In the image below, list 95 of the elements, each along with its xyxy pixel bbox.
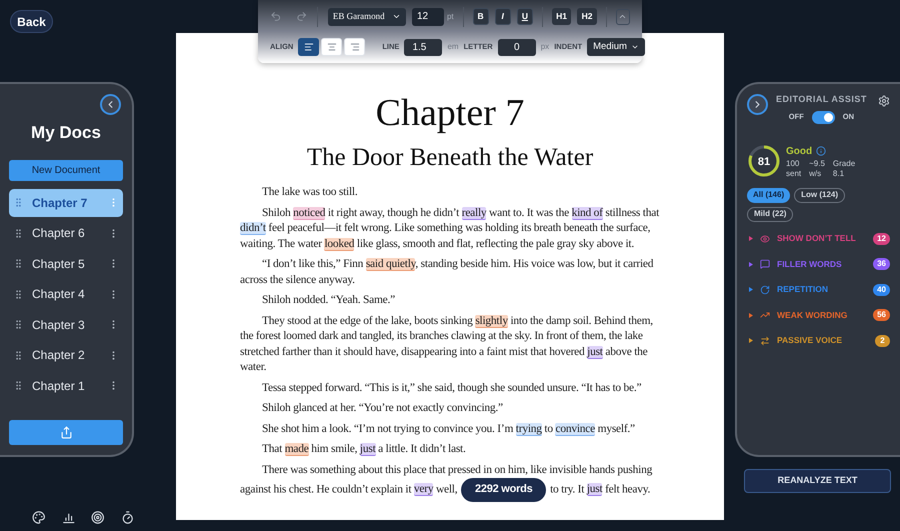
trend-icon: [760, 310, 770, 320]
indent-select[interactable]: Medium: [587, 38, 645, 56]
panel-title: EDITORIAL ASSIST: [776, 93, 867, 106]
collapse-toolbar-button[interactable]: [616, 8, 630, 24]
timer-icon[interactable]: [120, 510, 134, 525]
back-button[interactable]: Back: [10, 10, 53, 33]
document-item[interactable]: Chapter 6: [9, 219, 123, 248]
filter-chip[interactable]: Low (124): [794, 188, 846, 202]
format-button[interactable]: I: [494, 8, 511, 25]
filter-chip[interactable]: All (146): [747, 188, 790, 202]
format-button[interactable]: U: [516, 8, 533, 25]
chapter-subtitle: The Door Beneath the Water: [306, 143, 594, 173]
highlighted-word: very: [414, 483, 434, 496]
collapse-button[interactable]: [100, 94, 121, 115]
unit-label: pt: [446, 10, 454, 22]
line-height-field[interactable]: 1.5: [404, 38, 442, 56]
drag-handle-icon: [13, 258, 24, 270]
count-badge: 36: [873, 258, 890, 270]
letter-spacing-field[interactable]: 0: [498, 38, 536, 56]
chevron-up-icon: [618, 12, 628, 21]
word-count-badge[interactable]: 2292 words: [461, 478, 546, 502]
new-document-button[interactable]: New Document: [9, 160, 123, 180]
paragraph-text: to try. It: [549, 483, 586, 496]
undo-icon[interactable]: [270, 10, 282, 23]
paragraph-text: well,: [434, 483, 458, 496]
document-item[interactable]: Chapter 3: [9, 310, 123, 339]
heading-button[interactable]: H2: [577, 8, 597, 25]
paragraph: They stood at the edge of the lake, boots sinking slightly into the damp soil. Behind them, the forest loomed dark and tangled, its branches clawing at the sky. In front of them, the lake stretched farther than it should have, disappearing into a faint mist that hovered just above the water.: [240, 314, 654, 375]
heading-button[interactable]: H1: [552, 8, 572, 25]
rating-label: Good: [786, 144, 812, 158]
paragraph: The lake was too still.: [261, 185, 358, 200]
settings-icon[interactable]: [878, 95, 890, 107]
paragraph: That made him smile, just a little. It didn’t last.: [261, 442, 467, 458]
chapter-title: Chapter 7: [376, 91, 524, 135]
paragraph: Tessa stepped forward. “This is it,” she said, though she sounded unsure. “It has to be.”: [261, 380, 642, 396]
target-icon[interactable]: [91, 510, 104, 525]
drag-handle-icon: [13, 197, 24, 208]
issue-category[interactable]: WEAK WORDING 56: [747, 307, 890, 324]
share-icon: [60, 426, 72, 439]
align-button[interactable]: [321, 38, 342, 56]
format-button[interactable]: B: [472, 8, 489, 25]
palette-icon[interactable]: [32, 510, 46, 525]
align-button[interactable]: [298, 38, 320, 56]
font-size-field[interactable]: 12: [412, 8, 444, 26]
stat: Grade 8.1: [832, 158, 856, 178]
drag-handle-icon: [13, 380, 24, 392]
message-icon: [760, 259, 770, 270]
paragraph: “I don’t like this,” Finn said quietly, standing beside him. His voice was low, but it carried across the silence anyway.: [240, 257, 654, 288]
document-item[interactable]: Chapter 2: [9, 341, 123, 370]
paragraph: Shiloh noticed it right away, though he didn’t really want to. It was the kind of stillness that didn’t feel peaceful—it felt wrong. Like something was holding its breath beneath the surface, waiting. The water looked like glass, smooth and flat, reflecting the pale gray sky above it.: [240, 206, 660, 252]
document-item[interactable]: Chapter 5: [9, 250, 123, 278]
paragraph: Shiloh nodded. “Yeah. Same.”: [261, 293, 396, 308]
document-item[interactable]: Chapter 7: [9, 188, 123, 217]
drag-handle-icon: [13, 319, 24, 330]
issue-category[interactable]: FILLER WORDS 36: [747, 256, 890, 272]
issue-category[interactable]: SHOW DON’T TELL 12: [747, 230, 890, 247]
issue-category[interactable]: PASSIVE VOICE 2: [747, 332, 890, 349]
count-badge: 12: [873, 232, 890, 245]
paragraph-text: There was something about this place that pressed in on him, like invisible hands pushing: [262, 464, 654, 476]
sidebar-title: My Docs: [30, 122, 102, 144]
stat: ~9.5 w/s: [809, 158, 825, 178]
score-ring: 81: [747, 144, 781, 178]
paragraph-text: against his chest. He couldn’t explain it: [240, 483, 412, 496]
stat: 100 sent: [786, 158, 802, 178]
align-button[interactable]: [344, 38, 366, 56]
caret-icon: [630, 43, 639, 51]
redo-icon[interactable]: [296, 10, 307, 23]
document-item[interactable]: Chapter 1: [9, 372, 123, 400]
align-left-icon: [304, 42, 314, 52]
issue-category[interactable]: REPETITION 40: [747, 282, 890, 298]
document-item[interactable]: Chapter 4: [9, 280, 123, 308]
expand-button[interactable]: [747, 94, 768, 115]
assist-toggle[interactable]: [812, 110, 835, 124]
align-right-icon: [350, 42, 360, 52]
drag-handle-icon: [13, 228, 24, 239]
font-select[interactable]: EB Garamond: [328, 8, 406, 26]
count-badge: 2: [875, 334, 890, 347]
paragraph: Shiloh glanced at her. “You’re not exactly convincing.”: [261, 401, 504, 416]
unit-label: px: [540, 41, 550, 53]
unit-label: em: [447, 41, 459, 53]
eye-icon: [760, 234, 770, 244]
drag-handle-icon: [13, 288, 24, 300]
arrows-icon: [760, 336, 770, 346]
info-icon[interactable]: [816, 146, 826, 156]
caret-icon: [392, 12, 401, 21]
drag-handle-icon: [13, 350, 24, 361]
count-badge: 56: [873, 309, 890, 322]
align-center-icon: [326, 42, 337, 52]
highlighted-word: just: [586, 483, 602, 496]
paragraph: She shot him a look. “I’m not trying to convince you. I’m trying to convince myself.”: [261, 422, 636, 437]
paragraph-text: felt heavy.: [604, 483, 650, 496]
filter-chip[interactable]: Mild (22): [747, 206, 794, 222]
reanalyze-button[interactable]: REANALYZE TEXT: [744, 469, 891, 493]
count-badge: 40: [873, 284, 890, 296]
repeat-icon: [760, 284, 770, 295]
